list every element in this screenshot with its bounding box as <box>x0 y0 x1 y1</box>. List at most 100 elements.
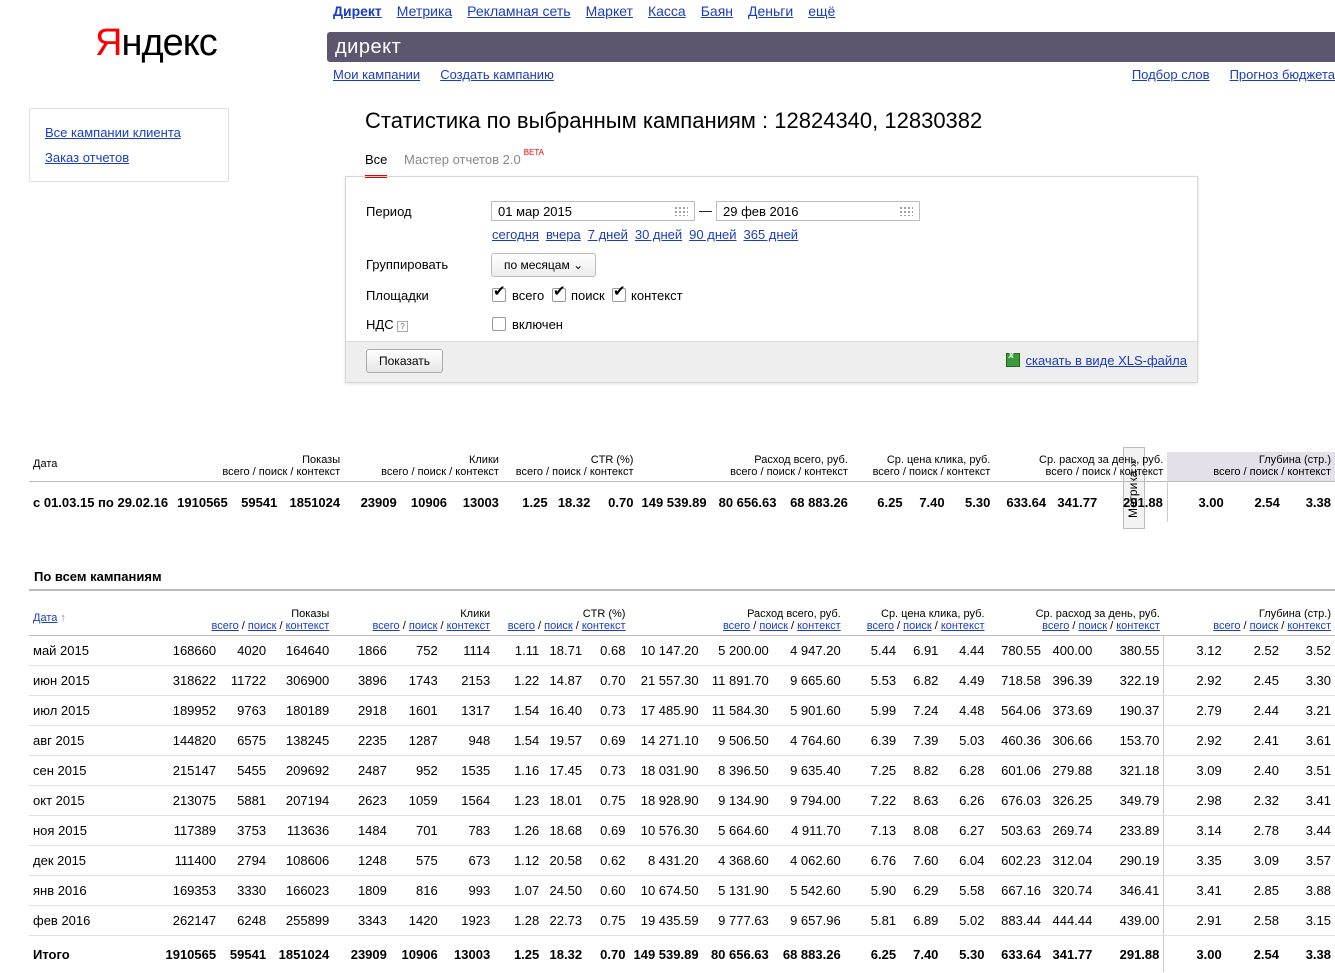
cell: 2794 <box>220 845 271 876</box>
sort-search: поиск <box>908 466 938 478</box>
separator: / <box>276 620 286 632</box>
my-campaigns-link[interactable]: Мои кампании <box>333 67 420 82</box>
cell: 59541 <box>229 946 267 962</box>
cell: 2.98 <box>1163 785 1226 816</box>
sort-all[interactable]: всего <box>212 620 239 632</box>
table-row: дек 2015 111400 2794 108606 1248 575 673 1.12 20… <box>29 845 1335 876</box>
quick-today[interactable]: сегодня <box>492 227 539 242</box>
column-date-label: Дата <box>33 458 58 470</box>
separator: / <box>1240 620 1250 632</box>
service-metrika[interactable]: Метрика <box>397 3 452 19</box>
sort-context[interactable]: контекст <box>286 620 330 632</box>
vat-label: НДС ? <box>366 317 408 332</box>
sort-search[interactable]: поиск <box>248 620 277 632</box>
cell: 8.82 <box>900 755 943 786</box>
column-shows-sublabels: всего / поиск / контекст <box>176 466 340 478</box>
group-select[interactable]: по месяцам ⌄ <box>491 253 597 277</box>
group-select-value: по месяцам <box>504 258 570 272</box>
cell: 80 656.63 <box>710 946 769 962</box>
cell: 2.91 <box>1163 905 1226 936</box>
cell: 149 539.89 <box>633 946 699 962</box>
keyword-selection-link[interactable]: Подбор слов <box>1132 67 1210 82</box>
service-bayan[interactable]: Баян <box>701 3 733 19</box>
quick-7-days[interactable]: 7 дней <box>588 227 628 242</box>
sort-context[interactable]: контекст <box>582 620 626 632</box>
help-icon[interactable]: ? <box>397 321 408 332</box>
service-money[interactable]: Деньги <box>748 3 793 19</box>
quick-90-days[interactable]: 90 дней <box>689 227 736 242</box>
sidebar-item-all-campaigns[interactable]: Все кампании клиента <box>45 125 181 140</box>
service-ad-network[interactable]: Рекламная сеть <box>467 3 570 19</box>
download-xls-link[interactable]: скачать в виде XLS-файла <box>1026 353 1188 368</box>
service-market[interactable]: Маркет <box>586 3 633 19</box>
cell: 5.90 <box>844 875 901 906</box>
sidebar: Все кампании клиента Заказ отчетов <box>29 108 229 182</box>
column-spend-label: Расход всего, руб. <box>754 454 848 466</box>
cell: 1114 <box>441 635 495 666</box>
checkbox-vat[interactable] <box>492 317 506 331</box>
sort-all[interactable]: всего <box>867 620 894 632</box>
cell: 0.73 <box>586 695 630 726</box>
sort-context[interactable]: контекст <box>797 620 841 632</box>
show-button[interactable]: Показать <box>366 349 444 373</box>
cell: 718.58 <box>988 665 1045 696</box>
sort-search[interactable]: поиск <box>409 620 438 632</box>
checkbox-search[interactable] <box>552 282 566 302</box>
tab-all[interactable]: Все <box>365 152 388 178</box>
sort-all[interactable]: всего <box>1213 620 1240 632</box>
date-to-value: 29 фев 2016 <box>723 204 799 219</box>
quick-yesterday[interactable]: вчера <box>546 227 581 242</box>
row-date: авг 2015 <box>29 725 161 756</box>
cell: 373.69 <box>1044 695 1097 726</box>
date-from-input[interactable]: 01 мар 2015 <box>491 201 695 221</box>
cell: 1.16 <box>494 755 544 786</box>
service-kassa[interactable]: Касса <box>648 3 686 19</box>
sidebar-item-order-reports[interactable]: Заказ отчетов <box>45 150 129 165</box>
sort-search[interactable]: поиск <box>1079 620 1108 632</box>
sort-context[interactable]: контекст <box>447 620 491 632</box>
create-campaign-link[interactable]: Создать кампанию <box>440 67 554 82</box>
tab-report-master[interactable]: Мастер отчетов 2.0 BETA <box>404 148 544 167</box>
sort-all[interactable]: всего <box>723 620 750 632</box>
calendar-icon[interactable] <box>674 206 688 216</box>
separator: / <box>1278 620 1288 632</box>
sort-search[interactable]: поиск <box>903 620 932 632</box>
cell: 9 635.40 <box>772 755 845 786</box>
checkbox-all[interactable] <box>492 282 506 302</box>
sort-context[interactable]: контекст <box>941 620 985 632</box>
sort-all[interactable]: всего <box>372 620 399 632</box>
monthly-header-date[interactable]: Дата ↑ <box>29 606 160 636</box>
quick-30-days[interactable]: 30 дней <box>635 227 682 242</box>
cell: 13003 <box>462 494 499 510</box>
sort-context[interactable]: контекст <box>1116 620 1160 632</box>
cell: 0.75 <box>586 785 630 816</box>
cell: 1.26 <box>494 815 544 846</box>
row-date: с 01.03.15 по 29.02.16 <box>33 494 169 510</box>
calendar-icon[interactable] <box>899 206 913 216</box>
sort-search[interactable]: поиск <box>544 620 573 632</box>
sort-arrow-icon: ↑ <box>60 612 66 624</box>
sort-search: поиск <box>552 466 581 478</box>
checkbox-context[interactable] <box>612 282 626 302</box>
sort-context[interactable]: контекст <box>1287 620 1331 632</box>
sort-all[interactable]: всего <box>1042 620 1069 632</box>
download-xls[interactable]: скачать в виде XLS-файла <box>1005 350 1188 368</box>
checkbox-context-label: контекст <box>631 288 683 303</box>
budget-forecast-link[interactable]: Прогноз бюджета <box>1230 67 1335 82</box>
quick-365-days[interactable]: 365 дней <box>744 227 799 242</box>
cell: 5 131.90 <box>702 875 773 906</box>
separator: / <box>249 466 259 478</box>
cell: 439.00 <box>1096 905 1165 936</box>
yandex-logo[interactable]: Яндекс <box>95 22 218 65</box>
service-more[interactable]: ещё <box>808 3 835 19</box>
separator: / <box>534 620 545 632</box>
column-daily-sublabels: всего / поиск / контекст <box>998 466 1164 478</box>
date-to-input[interactable]: 29 фев 2016 <box>716 201 920 221</box>
column-date-label[interactable]: Дата <box>33 612 57 624</box>
sort-all[interactable]: всего <box>508 620 535 632</box>
sort-search[interactable]: поиск <box>1250 620 1279 632</box>
cell: 190.37 <box>1096 695 1165 726</box>
service-direct[interactable]: Директ <box>333 3 382 19</box>
sort-search[interactable]: поиск <box>759 620 788 632</box>
cell: 6.27 <box>942 815 989 846</box>
